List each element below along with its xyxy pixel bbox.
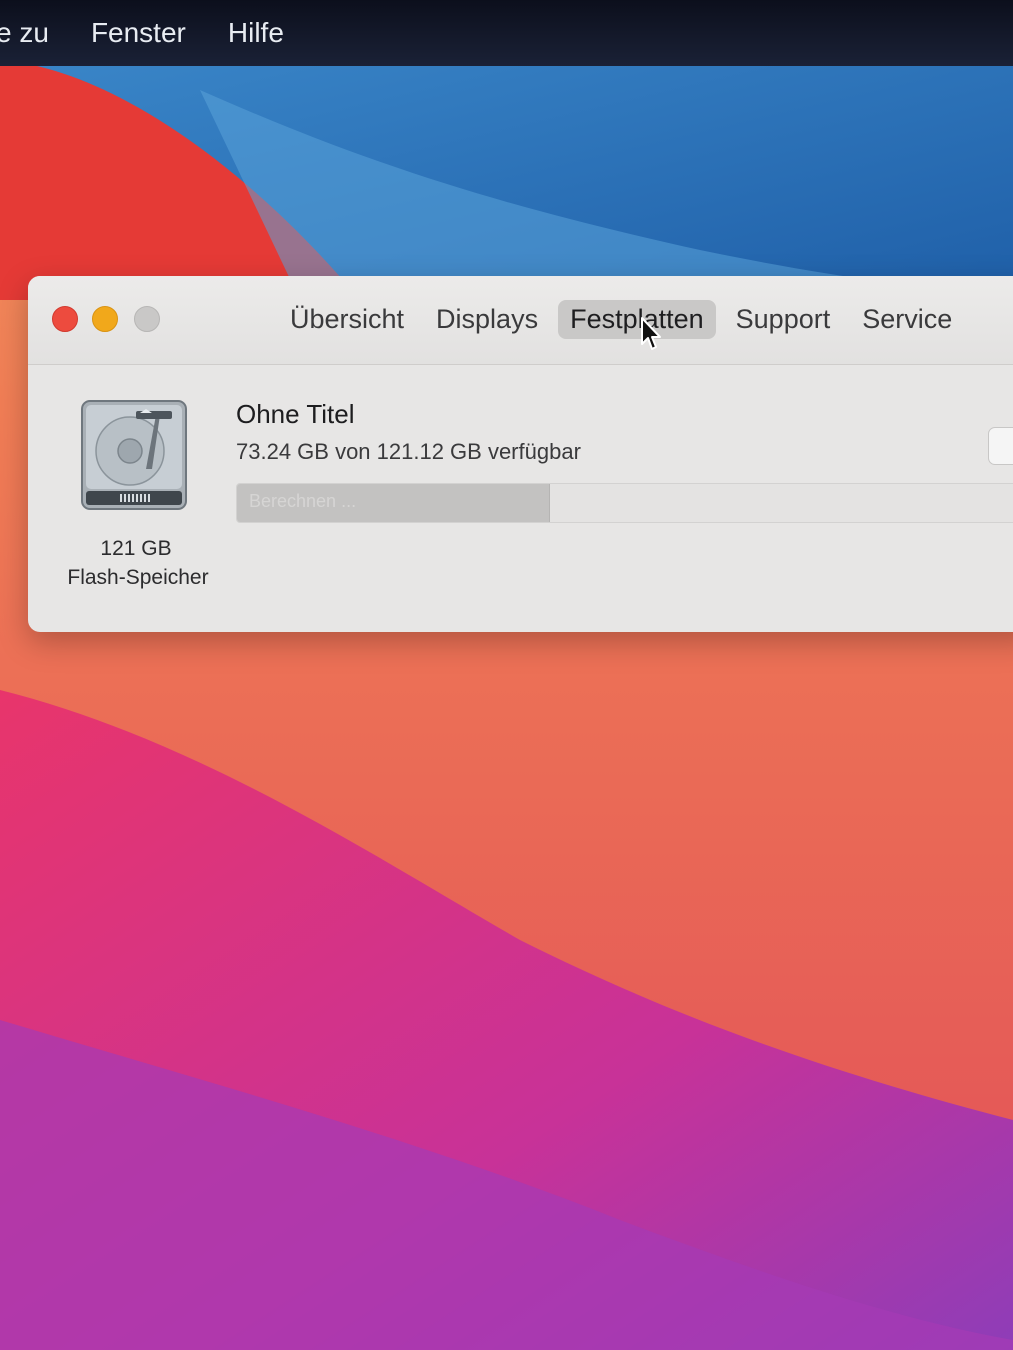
- storage-panel: 121 GB Flash-Speicher Ohne Titel 73.24 G…: [28, 365, 1013, 632]
- menu-bar: e zu Fenster Hilfe: [0, 0, 1013, 66]
- volume-available-text: 73.24 GB von 121.12 GB verfügbar: [236, 439, 581, 464]
- window-toolbar: Übersicht Displays Festplatten Support S…: [28, 276, 1013, 365]
- disk-size-label: 121 GB: [100, 537, 172, 560]
- storage-calculating-label: Berechnen ...: [249, 491, 357, 511]
- storage-usage-bar: Berechnen ...: [236, 483, 1013, 523]
- minimize-button[interactable]: [92, 306, 118, 332]
- wallpaper: [0, 0, 1013, 1350]
- menu-item-gehe-zu[interactable]: e zu: [0, 17, 49, 49]
- volume-name: Ohne Titel: [236, 399, 355, 429]
- about-this-mac-window: Übersicht Displays Festplatten Support S…: [28, 276, 1013, 632]
- menu-item-hilfe[interactable]: Hilfe: [228, 17, 284, 49]
- tab-overview[interactable]: Übersicht: [278, 300, 416, 339]
- close-button[interactable]: [52, 306, 78, 332]
- desktop: e zu Fenster Hilfe Übersicht Displays Fe…: [0, 0, 1013, 1350]
- mouse-pointer-icon: [641, 317, 661, 350]
- hard-drive-icon: [81, 400, 187, 510]
- tab-service[interactable]: Service: [850, 300, 964, 339]
- tab-support[interactable]: Support: [724, 300, 843, 339]
- tab-storage[interactable]: Festplatten: [558, 300, 716, 339]
- manage-button[interactable]: [988, 427, 1013, 465]
- menu-item-fenster[interactable]: Fenster: [91, 17, 186, 49]
- disk-type-label: Flash-Speicher: [67, 566, 209, 589]
- tab-displays[interactable]: Displays: [424, 300, 550, 339]
- zoom-button[interactable]: [134, 306, 160, 332]
- tab-bar: Übersicht Displays Festplatten Support S…: [278, 300, 964, 339]
